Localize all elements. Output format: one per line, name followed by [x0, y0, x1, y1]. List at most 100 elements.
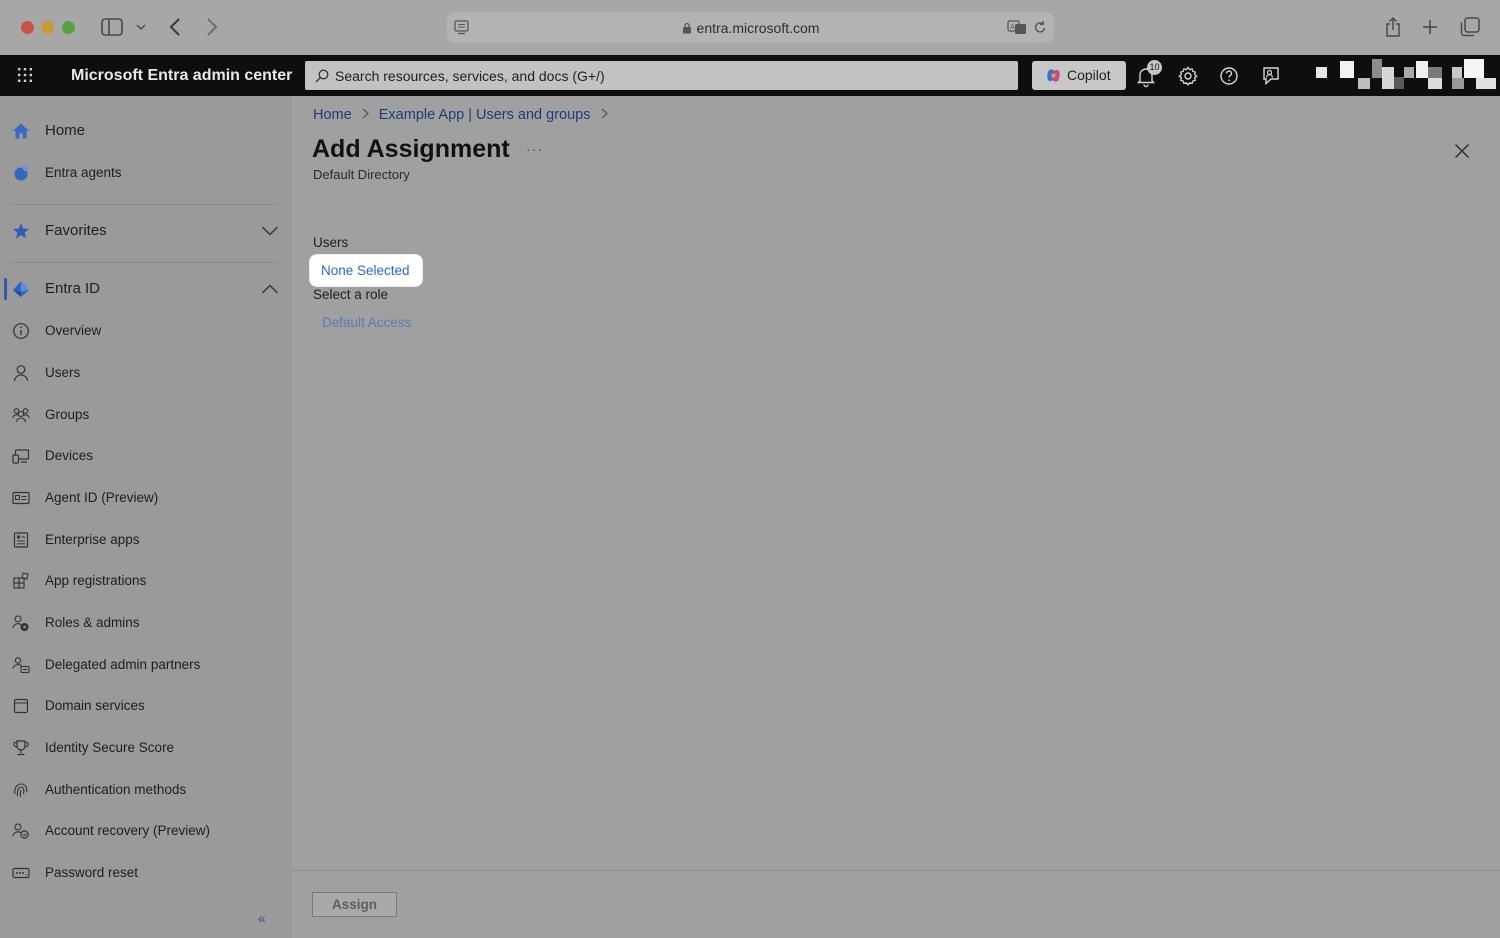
sidebar-item-label: Entra ID — [45, 280, 101, 297]
breadcrumb-link-users-and-groups[interactable]: Example App | Users and groups — [379, 107, 591, 123]
sidebar-item-enterprise-apps[interactable]: Enterprise apps — [0, 522, 292, 558]
breadcrumb-link-home[interactable]: Home — [313, 107, 352, 123]
sidebar-item-delegated-admin-partners[interactable]: Delegated admin partners — [0, 647, 292, 683]
devices-icon — [12, 449, 30, 464]
address-bar[interactable]: entra.microsoft.com A — [447, 12, 1054, 43]
app-title[interactable]: Microsoft Entra admin center — [71, 67, 292, 85]
chevron-down-icon[interactable] — [136, 23, 146, 31]
users-label: Users — [313, 235, 349, 250]
enterprise-apps-icon — [13, 532, 29, 548]
page-subtitle: Default Directory — [313, 167, 410, 182]
info-icon — [13, 323, 29, 339]
close-icon[interactable] — [1453, 142, 1471, 160]
sidebar-item-users[interactable]: Users — [0, 355, 292, 391]
sidebar-item-home[interactable]: Home — [0, 113, 292, 149]
sidebar-divider — [12, 262, 276, 263]
translate-icon[interactable]: A — [1007, 20, 1027, 35]
tab-overview-icon[interactable] — [1460, 17, 1480, 37]
domain-icon — [13, 698, 29, 714]
sidebar-item-label: Groups — [45, 407, 90, 422]
window-zoom-button[interactable] — [62, 21, 75, 34]
star-icon — [12, 223, 30, 239]
role-label: Select a role — [313, 287, 389, 302]
sidebar-item-password-reset[interactable]: Password reset — [0, 855, 292, 891]
app-header: Microsoft Entra admin center Copilot 10 — [0, 55, 1500, 96]
sidebar-item-label: Agent ID (Preview) — [45, 490, 159, 505]
breadcrumb: Home Example App | Users and groups — [313, 107, 614, 123]
fingerprint-icon — [14, 783, 28, 798]
window-minimize-button[interactable] — [41, 21, 54, 34]
app-launcher-icon[interactable] — [18, 68, 32, 82]
footer-divider — [292, 870, 1500, 871]
sidebar-item-label: Delegated admin partners — [45, 657, 201, 672]
sidebar-item-domain-services[interactable]: Domain services — [0, 688, 292, 724]
sidebar-item-authentication-methods[interactable]: Authentication methods — [0, 772, 292, 808]
notification-count-badge[interactable]: 10 — [1147, 60, 1162, 75]
app-registrations-icon — [13, 572, 29, 589]
sidebar-item-identity-secure-score[interactable]: Identity Secure Score — [0, 730, 292, 766]
sidebar-item-label: Users — [45, 365, 81, 380]
main-content: Home Example App | Users and groups Add … — [292, 96, 1500, 938]
forward-icon[interactable] — [206, 17, 218, 37]
sidebar-item-label: Roles & admins — [45, 615, 140, 630]
back-icon[interactable] — [169, 17, 181, 37]
sidebar-item-label: Enterprise apps — [45, 532, 140, 547]
sidebar-item-label: Password reset — [45, 865, 139, 880]
groups-icon — [12, 408, 30, 423]
roles-icon — [12, 615, 29, 631]
copilot-icon — [1047, 69, 1060, 82]
sidebar-item-label: Favorites — [45, 222, 107, 239]
home-icon — [13, 123, 29, 139]
new-tab-icon[interactable] — [1422, 19, 1438, 35]
sidebar-item-entra-agents[interactable]: Entra agents — [0, 155, 292, 191]
sidebar-item-label: Entra agents — [45, 165, 122, 180]
chevron-up-icon[interactable] — [261, 283, 279, 295]
global-search[interactable] — [305, 61, 1018, 90]
sidebar-item-agent-id[interactable]: Agent ID (Preview) — [0, 480, 292, 516]
window-close-button[interactable] — [21, 21, 34, 34]
settings-gear-icon[interactable] — [1176, 64, 1200, 88]
page-title: Add Assignment — [312, 135, 510, 163]
help-icon[interactable] — [1217, 64, 1241, 88]
sidebar-item-account-recovery[interactable]: Account recovery (Preview) — [0, 813, 292, 849]
feedback-icon[interactable] — [1259, 64, 1283, 88]
entra-id-icon — [13, 281, 29, 297]
sidebar-item-overview[interactable]: Overview — [0, 313, 292, 349]
users-none-selected-link[interactable]: None Selected — [310, 255, 422, 286]
sidebar-item-app-registrations[interactable]: App registrations — [0, 563, 292, 599]
sidebar-item-label: Identity Secure Score — [45, 740, 175, 755]
sidebar-item-favorites[interactable]: Favorites — [0, 213, 292, 249]
search-icon — [315, 69, 329, 83]
account-recovery-icon — [12, 823, 29, 839]
more-options-button[interactable]: ··· — [526, 141, 543, 157]
url-text: entra.microsoft.com — [696, 20, 820, 36]
sidebar-item-label: Home — [45, 122, 86, 139]
lock-icon — [682, 22, 691, 34]
partners-icon — [12, 657, 30, 674]
svg-text:A: A — [1010, 23, 1015, 31]
browser-toolbar: entra.microsoft.com A — [0, 0, 1500, 55]
chevron-down-icon[interactable] — [261, 225, 279, 237]
search-input[interactable] — [335, 61, 1005, 90]
sidebar-item-label: Overview — [45, 323, 102, 338]
sidebar-item-groups[interactable]: Groups — [0, 397, 292, 433]
share-icon[interactable] — [1384, 16, 1402, 38]
role-default-access-link[interactable]: Default Access — [322, 315, 411, 330]
reload-icon[interactable] — [1033, 20, 1047, 35]
copilot-button[interactable]: Copilot — [1032, 61, 1126, 90]
sidebar-item-entra-id[interactable]: Entra ID — [0, 271, 292, 307]
sidebar-item-roles-admins[interactable]: Roles & admins — [0, 605, 292, 641]
id-card-icon — [12, 491, 30, 505]
url-display: entra.microsoft.com — [447, 20, 1054, 36]
trophy-icon — [13, 740, 29, 756]
account-avatar[interactable] — [1306, 55, 1500, 96]
password-icon — [12, 867, 30, 879]
sidebar-item-devices[interactable]: Devices — [0, 438, 292, 474]
assign-button[interactable]: Assign — [312, 892, 397, 917]
collapse-sidebar-button[interactable]: « — [258, 910, 266, 926]
breadcrumb-chevron-icon — [601, 108, 608, 122]
sidebar-item-label: Domain services — [45, 698, 145, 713]
sidebar-item-label: Authentication methods — [45, 782, 187, 797]
sidebar-toggle-icon[interactable] — [101, 18, 123, 36]
sidebar-item-label: App registrations — [45, 573, 147, 588]
